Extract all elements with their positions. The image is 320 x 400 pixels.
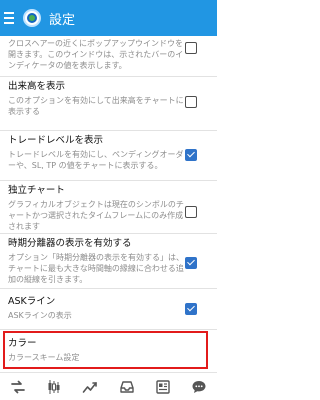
setting-title: ASKライン	[8, 296, 56, 307]
page-title: 設定	[49, 12, 76, 28]
setting-description: クロスヘアーの近くにポップアップウインドウを開きます。このウインドウは、示された…	[8, 39, 184, 70]
setting-title: 時期分離器の表示を有効する	[8, 238, 132, 249]
setting-item-period-separators[interactable]: 時期分離器の表示を有効する オプション「時期分離器の表示を有効する」は、チャート…	[0, 234, 217, 288]
bottom-navigation	[0, 372, 217, 400]
chart-icon[interactable]	[42, 376, 66, 398]
setting-description: ASKラインの表示	[8, 311, 72, 320]
setting-item-volume[interactable]: 出来高を表示 このオプションを有効にして出来高をチャートに表示する	[0, 77, 217, 125]
setting-checkbox[interactable]	[185, 42, 197, 54]
setting-item-crosshair-popup[interactable]: クロスヘアーの近くにポップアップウインドウを開きます。このウインドウは、示された…	[0, 36, 217, 74]
setting-checkbox[interactable]	[185, 149, 197, 161]
setting-checkbox[interactable]	[185, 303, 197, 315]
setting-title: 独立チャート	[8, 185, 65, 196]
app-logo	[23, 9, 41, 27]
setting-title: 出来高を表示	[8, 81, 66, 92]
settings-screen: 設定 クロスヘアーの近くにポップアップウインドウを開きます。このウインドウは、示…	[0, 0, 217, 400]
setting-description: オプション「時期分離器の表示を有効する」は、チャートに最も大きな時間軸の縁線に合…	[8, 253, 184, 284]
chat-icon[interactable]	[187, 376, 211, 398]
quotes-icon[interactable]	[6, 376, 30, 398]
app-header: 設定	[0, 0, 217, 36]
setting-item-trade-levels[interactable]: トレードレベルを表示 トレードレベルを有効にし、ペンディングオーダーや、SL, …	[0, 131, 217, 179]
setting-title: トレードレベルを表示	[8, 135, 104, 146]
setting-description: カラースキーム設定	[8, 353, 80, 362]
trade-icon[interactable]	[78, 376, 102, 398]
history-icon[interactable]	[115, 376, 139, 398]
setting-description: グラフィカルオブジェクトは現在のシンボルのチャートかつ選択されたタイムフレームに…	[8, 200, 184, 231]
setting-item-colors[interactable]: カラー カラースキーム設定	[0, 330, 217, 370]
setting-item-ask-line[interactable]: ASKライン ASKラインの表示	[0, 289, 217, 327]
setting-description: このオプションを有効にして出来高をチャートに表示する	[8, 96, 184, 116]
setting-checkbox[interactable]	[185, 257, 197, 269]
setting-description: トレードレベルを有効にし、ペンディングオーダーや、SL, TP の値をチャートに…	[8, 150, 184, 170]
news-icon[interactable]	[151, 376, 175, 398]
menu-icon[interactable]	[0, 0, 22, 36]
setting-checkbox[interactable]	[185, 96, 197, 108]
setting-title: カラー	[8, 338, 37, 349]
setting-checkbox[interactable]	[185, 206, 197, 218]
setting-item-independent-chart[interactable]: 独立チャート グラフィカルオブジェクトは現在のシンボルのチャートかつ選択されたタ…	[0, 181, 217, 233]
